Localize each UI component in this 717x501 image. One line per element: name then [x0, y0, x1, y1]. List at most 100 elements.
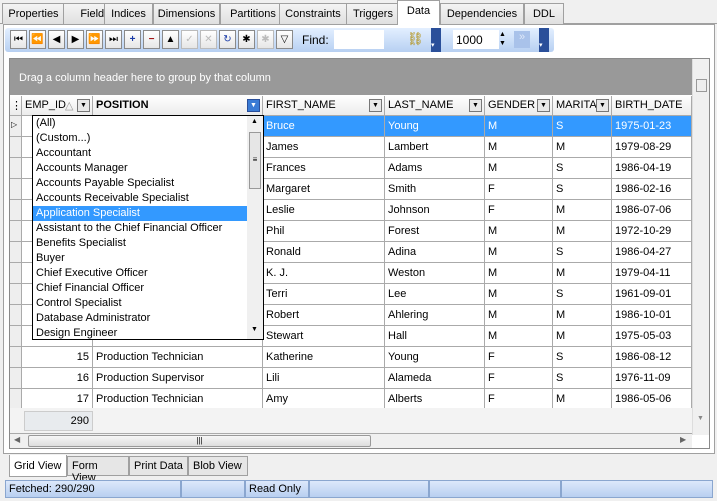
cell-marital_status[interactable]: M [553, 263, 612, 284]
dropdown-scroll-up[interactable]: ▲ [251, 118, 258, 125]
cell-marital_status[interactable]: M [553, 200, 612, 221]
row-indicator[interactable] [10, 389, 22, 410]
cell-marital_status[interactable]: S [553, 158, 612, 179]
cell-first_name[interactable]: Frances [263, 158, 385, 179]
dropdown-item[interactable]: Database Administrator [33, 311, 247, 326]
tab-grid-view[interactable]: Grid View [9, 455, 67, 477]
cell-marital_status[interactable]: S [553, 116, 612, 137]
first-record-button[interactable]: ⏮ [10, 30, 27, 49]
cell-gender[interactable]: F [485, 389, 553, 410]
cell-marital_status[interactable]: M [553, 389, 612, 410]
record-limit-input[interactable] [453, 30, 499, 49]
column-header-marital_status[interactable]: MARITA ▼ [553, 96, 612, 116]
cell-gender[interactable]: M [485, 284, 553, 305]
tab-data[interactable]: Data [397, 0, 440, 25]
refresh-button[interactable]: ↻ [219, 30, 236, 49]
dropdown-item[interactable]: Chief Executive Officer [33, 266, 247, 281]
cell-last_name[interactable]: Johnson [385, 200, 485, 221]
cell-marital_status[interactable]: M [553, 221, 612, 242]
column-header-birth_date[interactable]: BIRTH_DATE [612, 96, 692, 116]
column-header-last_name[interactable]: LAST_NAME ▼ [385, 96, 485, 116]
cell-gender[interactable]: F [485, 347, 553, 368]
cell-last_name[interactable]: Weston [385, 263, 485, 284]
horizontal-scroll-thumb[interactable]: ||| [28, 435, 371, 447]
vertical-scrollbar[interactable]: ▼ [692, 59, 709, 435]
prior-page-button[interactable]: ⏪ [29, 30, 46, 49]
dropdown-item[interactable]: Control Specialist [33, 296, 247, 311]
column-chooser-icon[interactable]: ⋮ [10, 96, 22, 116]
cell-last_name[interactable]: Young [385, 116, 485, 137]
cancel-edit-button[interactable]: ✕ [200, 30, 217, 49]
cell-first_name[interactable]: Margaret [263, 179, 385, 200]
dropdown-item[interactable]: Benefits Specialist [33, 236, 247, 251]
row-indicator[interactable] [10, 221, 22, 242]
tab-indices[interactable]: Indices [104, 3, 153, 24]
filter-dropdown-icon[interactable]: ▼ [247, 99, 260, 112]
horizontal-scrollbar[interactable]: ◀ ||| ▶ [10, 434, 692, 448]
filter-dropdown-icon[interactable]: ▼ [596, 99, 609, 112]
tab-print-data[interactable]: Print Data [129, 456, 188, 476]
last-record-button[interactable]: ⏭ [105, 30, 122, 49]
column-header-emp_id[interactable]: EMP_ID △ ▼ [22, 96, 93, 116]
toolbar-overflow-button-2[interactable]: ▾ [539, 28, 549, 52]
cell-emp_id[interactable]: 17 [22, 389, 93, 410]
cell-gender[interactable]: F [485, 368, 553, 389]
row-indicator[interactable] [10, 137, 22, 158]
cell-marital_status[interactable]: S [553, 347, 612, 368]
row-indicator[interactable] [10, 284, 22, 305]
row-indicator[interactable] [10, 368, 22, 389]
cell-birth_date[interactable]: 1972-10-29 [612, 221, 692, 242]
tab-ddl[interactable]: DDL [524, 3, 564, 24]
scroll-right-arrow[interactable]: ▶ [680, 435, 686, 444]
cell-gender[interactable]: M [485, 116, 553, 137]
cell-gender[interactable]: M [485, 137, 553, 158]
dropdown-item[interactable]: Accounts Manager [33, 161, 247, 176]
cell-first_name[interactable]: James [263, 137, 385, 158]
cell-birth_date[interactable]: 1986-08-12 [612, 347, 692, 368]
find-input[interactable] [334, 30, 384, 49]
column-header-position[interactable]: POSITION ▼ [93, 96, 263, 116]
cell-last_name[interactable]: Adams [385, 158, 485, 179]
cell-marital_status[interactable]: S [553, 284, 612, 305]
cell-first_name[interactable]: Lili [263, 368, 385, 389]
cell-emp_id[interactable]: 15 [22, 347, 93, 368]
cell-last_name[interactable]: Adina [385, 242, 485, 263]
row-indicator[interactable] [10, 158, 22, 179]
cell-gender[interactable]: M [485, 158, 553, 179]
column-header-gender[interactable]: GENDER ▼ [485, 96, 553, 116]
tab-properties[interactable]: Properties [2, 3, 65, 24]
cell-marital_status[interactable]: M [553, 305, 612, 326]
scroll-down-arrow[interactable]: ▼ [697, 415, 704, 422]
cell-birth_date[interactable]: 1975-05-03 [612, 326, 692, 347]
cell-marital_status[interactable]: S [553, 368, 612, 389]
row-indicator[interactable] [10, 305, 22, 326]
tab-partitions[interactable]: Partitions [220, 3, 286, 24]
cell-birth_date[interactable]: 1979-04-11 [612, 263, 692, 284]
dropdown-item[interactable]: Design Engineer [33, 326, 247, 341]
dropdown-item[interactable]: Application Specialist [33, 206, 247, 221]
delete-record-button[interactable]: − [143, 30, 160, 49]
cell-marital_status[interactable]: M [553, 137, 612, 158]
next-record-button[interactable]: ▶ [67, 30, 84, 49]
toolbar-overflow-button[interactable]: ▾ [431, 28, 441, 52]
tab-dependencies[interactable]: Dependencies [440, 3, 524, 24]
dropdown-item[interactable]: Assistant to the Chief Financial Officer [33, 221, 247, 236]
cell-last_name[interactable]: Lee [385, 284, 485, 305]
cell-position[interactable]: Production Technician [93, 347, 263, 368]
cell-first_name[interactable]: Robert [263, 305, 385, 326]
cell-emp_id[interactable]: 16 [22, 368, 93, 389]
dropdown-item[interactable]: (All) [33, 116, 247, 131]
record-limit-spinner[interactable]: ▲ ▼ [499, 30, 511, 49]
dropdown-scroll-down[interactable]: ▼ [251, 326, 258, 333]
cell-gender[interactable]: F [485, 179, 553, 200]
next-page-button[interactable]: ⏩ [86, 30, 103, 49]
row-indicator[interactable]: ▷ [10, 116, 22, 137]
cell-birth_date[interactable]: 1976-11-09 [612, 368, 692, 389]
cell-gender[interactable]: M [485, 242, 553, 263]
cell-birth_date[interactable]: 1975-01-23 [612, 116, 692, 137]
cell-gender[interactable]: M [485, 326, 553, 347]
tab-blob-view[interactable]: Blob View [188, 456, 248, 476]
tab-form-view[interactable]: Form View [67, 456, 129, 484]
cell-first_name[interactable]: Terri [263, 284, 385, 305]
cell-last_name[interactable]: Lambert [385, 137, 485, 158]
